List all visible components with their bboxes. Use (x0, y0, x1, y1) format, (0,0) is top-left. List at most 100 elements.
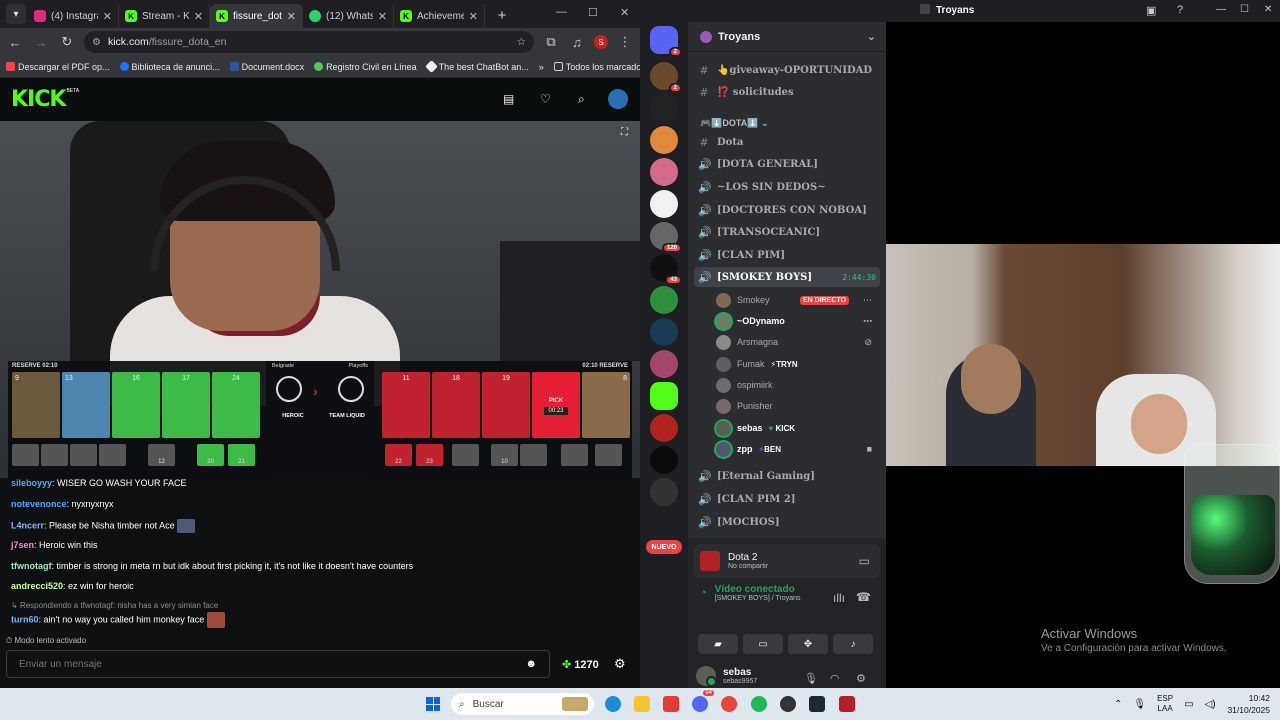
server-icon[interactable] (650, 286, 678, 314)
activity-card[interactable]: Dota 2 No compartir ▭ (694, 544, 880, 578)
user-avatar[interactable] (608, 89, 628, 109)
camera-button[interactable]: ▰ (698, 634, 738, 654)
close-tab-icon[interactable]: ✕ (469, 10, 478, 23)
windows-start-icon[interactable] (426, 697, 440, 711)
tab-stream-kick[interactable]: K Stream - Kick ✕ (119, 4, 210, 28)
server-icon[interactable] (650, 478, 678, 506)
bookmark-item[interactable]: Registro Civil en Línea (314, 62, 417, 72)
inbox-icon[interactable]: ▣ (1146, 4, 1156, 17)
voice-user[interactable]: Smokey EN DIRECTO ⋯ (716, 290, 876, 310)
disconnect-icon[interactable]: ☎ (856, 590, 871, 604)
server-header[interactable]: Troyans ⌄ (688, 22, 886, 52)
edge-icon[interactable] (605, 696, 621, 712)
clock[interactable]: 10:42 31/10/2025 (1224, 692, 1270, 716)
activities-button[interactable]: ✥ (788, 634, 828, 654)
channel-item[interactable]: # ⁉️ solicitudes (698, 82, 878, 102)
language-indicator[interactable]: ESP LAA (1157, 694, 1173, 714)
server-icon[interactable]: 2 (650, 62, 682, 93)
voice-channel-item[interactable]: 🔊 [Eternal Gaming] (698, 466, 878, 486)
new-badge[interactable]: NUEVO (646, 540, 682, 554)
new-tab-button[interactable]: + (491, 4, 513, 26)
server-icon[interactable] (650, 350, 678, 378)
active-voice-channel[interactable]: 🔊 [SMOKEY BOYS] 2:44:30 (694, 267, 880, 287)
voice-channel-item[interactable]: 🔊 ~LOS SIN DEDOS~ (698, 177, 878, 197)
more-bookmarks-icon[interactable]: » (539, 62, 544, 72)
chat-username[interactable]: andrecci520 (11, 581, 63, 591)
chat-input[interactable] (19, 658, 526, 670)
direct-messages-icon[interactable]: 2 (650, 26, 682, 57)
chat-settings-icon[interactable]: ⚙ (614, 656, 626, 672)
search-icon[interactable]: ⌕ (578, 92, 585, 107)
voice-channel-item[interactable]: 🔊 [CLAN PIM 2] (698, 489, 878, 509)
server-icon[interactable] (650, 158, 678, 186)
microphone-icon[interactable]: 🎙 (1133, 699, 1146, 710)
minimize-icon[interactable]: — (556, 6, 567, 18)
voice-user[interactable]: ospimiirk (716, 375, 876, 395)
app-icon[interactable] (663, 696, 679, 712)
channel-item[interactable]: # 👆giveaway-OPORTUNIDAD (698, 60, 878, 80)
profile-avatar[interactable]: S (594, 35, 608, 49)
volume-icon[interactable]: ◁) (1205, 699, 1216, 710)
server-icon[interactable]: 43 (650, 254, 682, 285)
media-controls-icon[interactable]: ♫ (568, 33, 586, 51)
back-icon[interactable]: ← (6, 33, 24, 51)
spotify-icon[interactable] (751, 696, 767, 712)
dota2-icon[interactable] (839, 696, 855, 712)
chat-username[interactable]: tfwnotagf (11, 561, 52, 571)
kick-logo[interactable]: KICK (11, 87, 66, 112)
bookmark-star-icon[interactable]: ☆ (517, 36, 526, 48)
server-icon[interactable] (650, 446, 678, 474)
tab-fissure[interactable]: K fissure_dota_en ✕ (210, 4, 303, 28)
voice-channel-item[interactable]: 🔊 [DOCTORES CON NOBOA] (698, 200, 878, 220)
voice-user[interactable]: sebas ♥ KICK (716, 418, 876, 438)
voice-user[interactable]: Arsmagna ⊘ (716, 332, 876, 352)
bookmark-item[interactable]: Biblioteca de anunci... (119, 62, 220, 72)
extensions-icon[interactable]: ⧉ (542, 33, 560, 51)
more-icon[interactable]: ⋯ (863, 295, 872, 306)
voice-user[interactable]: zpp ⚡BEN ■ (716, 439, 876, 459)
voice-user[interactable]: ~ODynamo ⋯ (716, 311, 876, 331)
file-explorer-icon[interactable] (634, 696, 650, 712)
close-tab-icon[interactable]: ✕ (378, 10, 387, 23)
chat-username[interactable]: sileboyyy (11, 478, 52, 488)
category-header[interactable]: 🎮⬇️DOTA⬇️ ⌄ (700, 118, 769, 129)
chat-input-box[interactable]: ☻ (6, 650, 550, 678)
maximize-icon[interactable]: ☐ (588, 6, 598, 19)
chevron-up-icon[interactable]: ⌃ (1114, 699, 1122, 710)
tab-instagram[interactable]: (4) Instagram ✕ (28, 4, 119, 28)
chat-username[interactable]: notevenonce (11, 499, 67, 509)
bookmark-item[interactable]: Descargar el PDF op... (6, 62, 110, 72)
voice-channel-item[interactable]: 🔊 [DOTA GENERAL] (698, 154, 878, 174)
close-tab-icon[interactable]: ✕ (103, 10, 112, 23)
server-icon[interactable] (650, 318, 678, 346)
chat-username[interactable]: L4ncerr (11, 520, 44, 530)
site-info-icon[interactable]: ⚙ (92, 37, 101, 48)
theater-mode-icon[interactable]: ⛶ (621, 127, 628, 138)
emoji-icon[interactable]: ☻ (525, 658, 537, 670)
channel-points[interactable]: ✤ 1270 (562, 658, 599, 672)
bookmark-item[interactable]: Document.docx (229, 62, 304, 72)
chat-username[interactable]: turn60 (11, 614, 39, 624)
channel-item[interactable]: # Dota (698, 132, 878, 152)
voice-channel-item[interactable]: 🔊 [CLAN PIM] (698, 245, 878, 265)
more-icon[interactable]: ⋯ (863, 316, 872, 327)
tab-search-button[interactable]: ▾ (6, 4, 26, 24)
server-icon[interactable]: 120 (650, 222, 682, 253)
obs-icon[interactable] (780, 696, 796, 712)
forward-icon[interactable]: → (32, 33, 50, 51)
kick-server-icon[interactable] (650, 382, 678, 410)
video-player[interactable]: ⛶ RESERVE 02:10 02:10 RESERVE 9 13 16 17… (0, 121, 640, 478)
connection-location[interactable]: [SMOKEY BOYS] / Troyans (715, 595, 801, 602)
monitor-icon[interactable]: ▭ (1184, 699, 1193, 710)
following-icon[interactable]: ♡ (540, 92, 551, 106)
discord-icon[interactable]: 94 (692, 690, 714, 712)
tab-achievements[interactable]: K Achievements ✕ (394, 4, 485, 28)
headphones-icon[interactable]: ◠ (830, 672, 840, 685)
browse-icon[interactable]: ▤ (503, 92, 514, 106)
microphone-icon[interactable]: 🎙 (804, 672, 818, 685)
menu-icon[interactable]: ⋮ (616, 33, 634, 51)
settings-icon[interactable]: ⚙ (856, 672, 866, 685)
voice-user[interactable]: Punisher (716, 396, 876, 416)
close-tab-icon[interactable]: ✕ (287, 10, 296, 23)
webcam-feed[interactable] (886, 244, 1280, 466)
